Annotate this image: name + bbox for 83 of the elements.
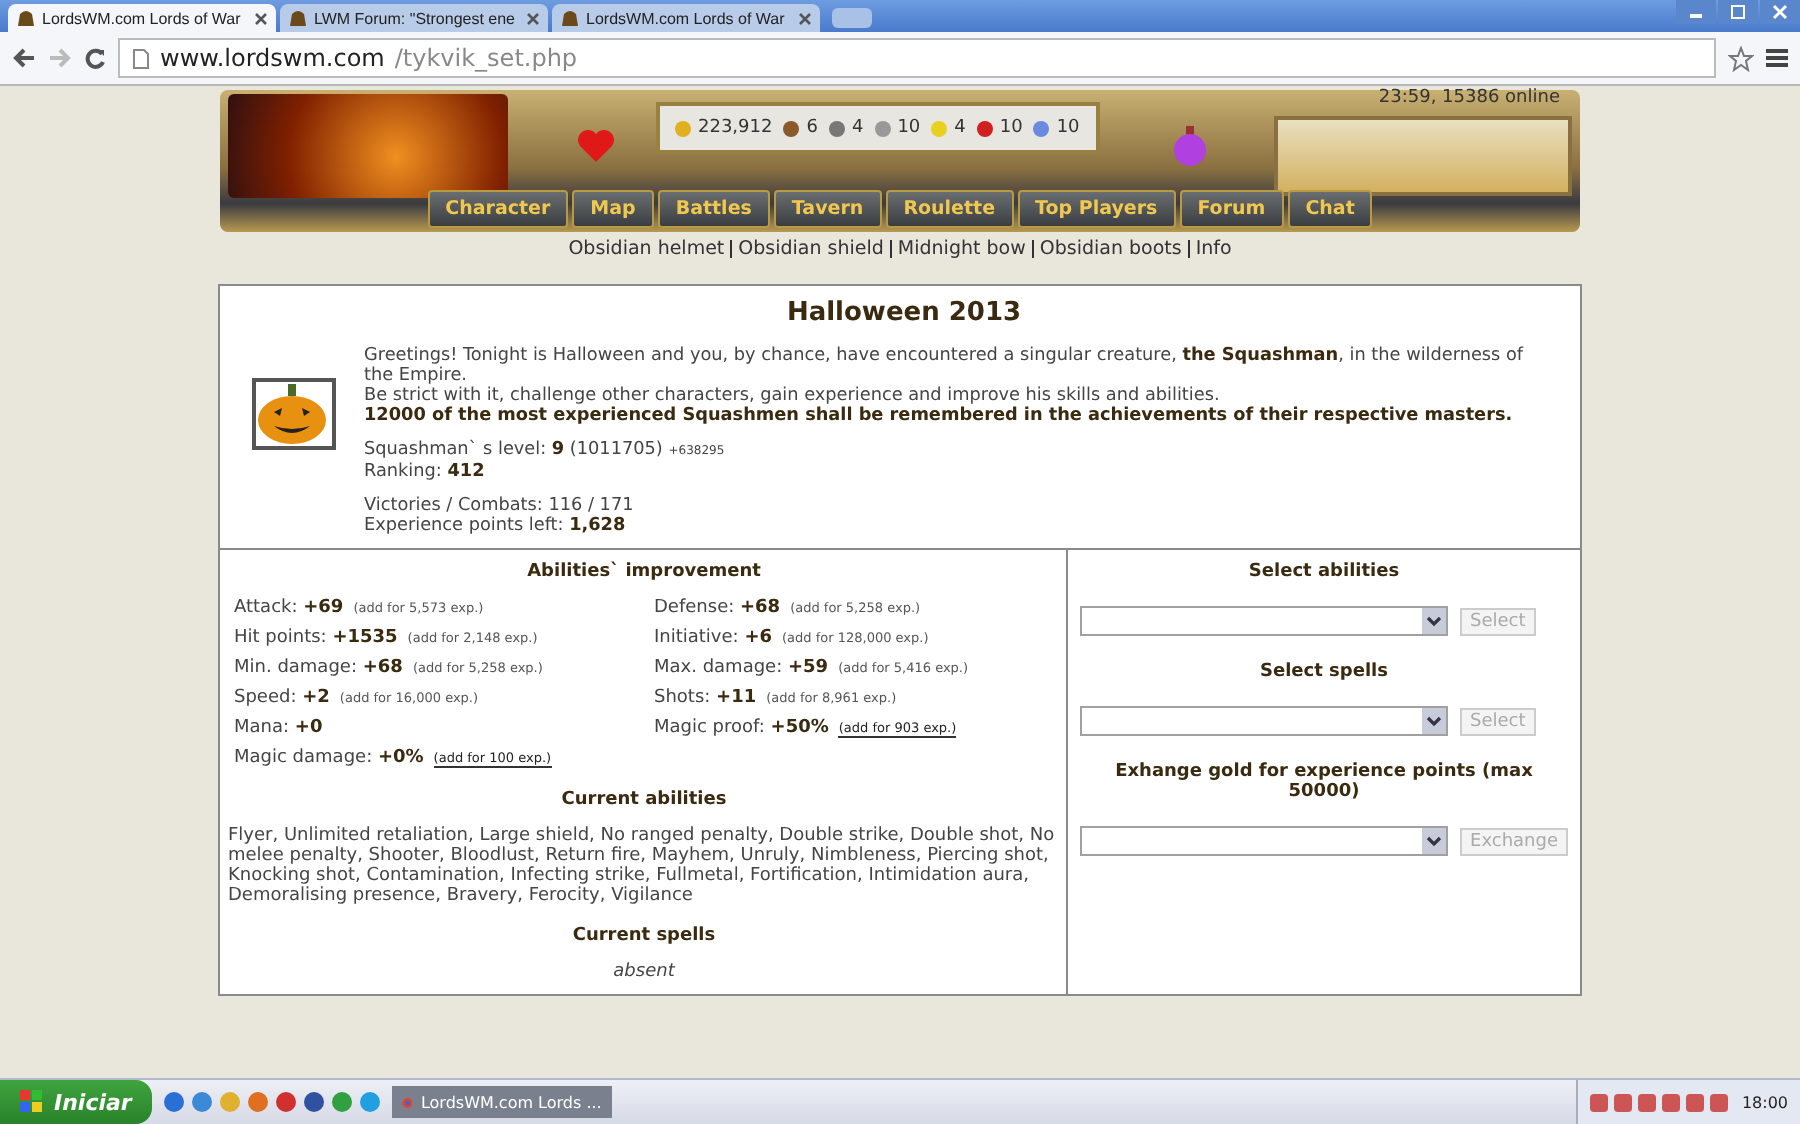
back-icon[interactable] bbox=[12, 48, 36, 68]
quick-launch-icon[interactable] bbox=[163, 1092, 184, 1112]
quick-launch-icon[interactable] bbox=[303, 1092, 324, 1112]
helmet-icon bbox=[560, 8, 580, 28]
section-title: Select abilities bbox=[1246, 562, 1402, 582]
item-link[interactable]: Obsidian boots bbox=[1039, 238, 1182, 260]
item-link[interactable]: Info bbox=[1195, 238, 1232, 260]
browser-tab[interactable]: LordsWM.com Lords of War bbox=[8, 4, 276, 32]
resource-count: 223,912 bbox=[698, 118, 773, 138]
taskbar-window[interactable]: LordsWM.com Lords ... bbox=[391, 1086, 612, 1118]
server-status: 23:59, 15386 online bbox=[1378, 88, 1560, 108]
section-title: Abilities` improvement bbox=[525, 562, 763, 582]
helmet-icon bbox=[16, 8, 36, 28]
page-icon bbox=[132, 47, 150, 69]
restore-button[interactable] bbox=[1718, 0, 1758, 24]
browser-tab[interactable]: LordsWM.com Lords of War bbox=[552, 4, 820, 32]
address-bar[interactable]: www.lordswm.com /tykvik_set.php bbox=[118, 38, 1716, 78]
spells-text: absent bbox=[611, 962, 678, 982]
ability-value: Initiative: +6 bbox=[654, 628, 773, 648]
minimize-button[interactable] bbox=[1676, 0, 1716, 24]
intro-text: Greetings! Tonight is Halloween and you, by chance, have encountered a singular creature, the Squashman, in the wilderness of the Empire. bbox=[364, 346, 1526, 386]
nav-button[interactable]: Roulette bbox=[885, 190, 1014, 228]
intro-text: 12000 of the most experienced Squashmen shall be remembered in the achievements of their respective masters. bbox=[364, 406, 1515, 426]
close-icon[interactable] bbox=[254, 11, 268, 25]
resource-count: 4 bbox=[954, 118, 966, 138]
resource-count: 4 bbox=[851, 118, 864, 138]
ability-value: Min. damage: +68 bbox=[234, 658, 403, 678]
abilities-list: Flyer, Unlimited retaliation, Large shield, No ranged penalty, Double strike, Double shot, No melee penalty, Shooter, Bloodlust, Return fire, Mayhem, Unruly, Nimbleness, Piercing shot, Knocking shot, Contamination, Infecting strike, Fullmetal, Fortification, Intimidation aura, Demoralising presence, Bravery, Ferocity, Vigilance bbox=[228, 826, 1061, 906]
section-title: Select spells bbox=[1258, 662, 1390, 682]
windows-logo-icon bbox=[20, 1090, 44, 1114]
section-title: Exhange gold for experience points (max 50000) bbox=[1113, 762, 1535, 802]
nav-button[interactable]: Character bbox=[427, 190, 569, 228]
taskbar-clock: 18:00 bbox=[1741, 1093, 1788, 1111]
dropdown[interactable] bbox=[1080, 606, 1449, 636]
nav-button[interactable]: Top Players bbox=[1017, 190, 1176, 228]
experience-text: Experience points left: 1,628 bbox=[364, 516, 628, 536]
quick-launch-icon[interactable] bbox=[247, 1092, 268, 1112]
ranking-text: Ranking: 412 bbox=[364, 462, 487, 482]
reload-icon[interactable] bbox=[84, 47, 106, 69]
resource-count: 10 bbox=[999, 118, 1023, 138]
ability-value: Mana: +0 bbox=[234, 718, 323, 738]
helmet-icon bbox=[288, 8, 308, 28]
ability-value: Max. damage: +59 bbox=[654, 658, 829, 678]
dropdown[interactable] bbox=[1080, 706, 1449, 736]
resource-count: 10 bbox=[897, 118, 921, 138]
dropdown[interactable] bbox=[1080, 826, 1449, 856]
victories-text: Victories / Combats: 116 / 171 bbox=[364, 496, 636, 516]
event-title: Halloween 2013 bbox=[784, 298, 1024, 328]
forward-icon[interactable] bbox=[48, 48, 72, 68]
quick-launch-icon[interactable] bbox=[331, 1092, 352, 1112]
intro-text: Be strict with it, challenge other characters, gain experience and improve his skills and abilities. bbox=[364, 386, 1222, 406]
item-link[interactable]: Midnight bow bbox=[897, 238, 1026, 260]
resource-count: 10 bbox=[1056, 118, 1080, 138]
pumpkin-icon bbox=[252, 378, 336, 450]
ability-value: Magic damage: +0% bbox=[234, 748, 424, 768]
ability-value: Magic proof: +50% bbox=[654, 718, 829, 738]
quick-launch-icon[interactable] bbox=[191, 1092, 212, 1112]
item-link[interactable]: Obsidian helmet bbox=[568, 238, 725, 260]
close-icon[interactable] bbox=[798, 11, 812, 25]
nav-button[interactable]: Tavern bbox=[773, 190, 882, 228]
menu-icon[interactable] bbox=[1766, 48, 1788, 68]
nav-button[interactable]: Battles bbox=[657, 190, 770, 228]
start-button[interactable]: Iniciar bbox=[0, 1080, 152, 1124]
close-icon[interactable] bbox=[526, 11, 540, 25]
nav-button[interactable]: Forum bbox=[1179, 190, 1284, 228]
star-icon[interactable] bbox=[1728, 45, 1754, 71]
browser-tab[interactable]: LWM Forum: "Strongest ene bbox=[280, 4, 548, 32]
ability-value: Attack: +69 bbox=[234, 598, 344, 618]
nav-button[interactable]: Map bbox=[572, 190, 654, 228]
ability-value: Hit points: +1535 bbox=[234, 628, 398, 648]
section-title: Current spells bbox=[570, 926, 718, 946]
resource-count: 6 bbox=[806, 118, 818, 138]
heart-icon bbox=[576, 128, 616, 164]
nav-button[interactable]: Chat bbox=[1287, 190, 1373, 228]
ability-value: Shots: +11 bbox=[654, 688, 757, 708]
ability-value: Defense: +68 bbox=[654, 598, 781, 618]
section-title: Current abilities bbox=[559, 790, 729, 810]
level-text: Squashman` s level: 9 (1011705) bbox=[364, 440, 663, 460]
close-window-button[interactable] bbox=[1760, 0, 1800, 24]
ability-value: Speed: +2 bbox=[234, 688, 330, 708]
item-link[interactable]: Obsidian shield bbox=[738, 238, 884, 260]
potion-icon bbox=[1171, 124, 1208, 168]
quick-launch-icon[interactable] bbox=[275, 1092, 296, 1112]
